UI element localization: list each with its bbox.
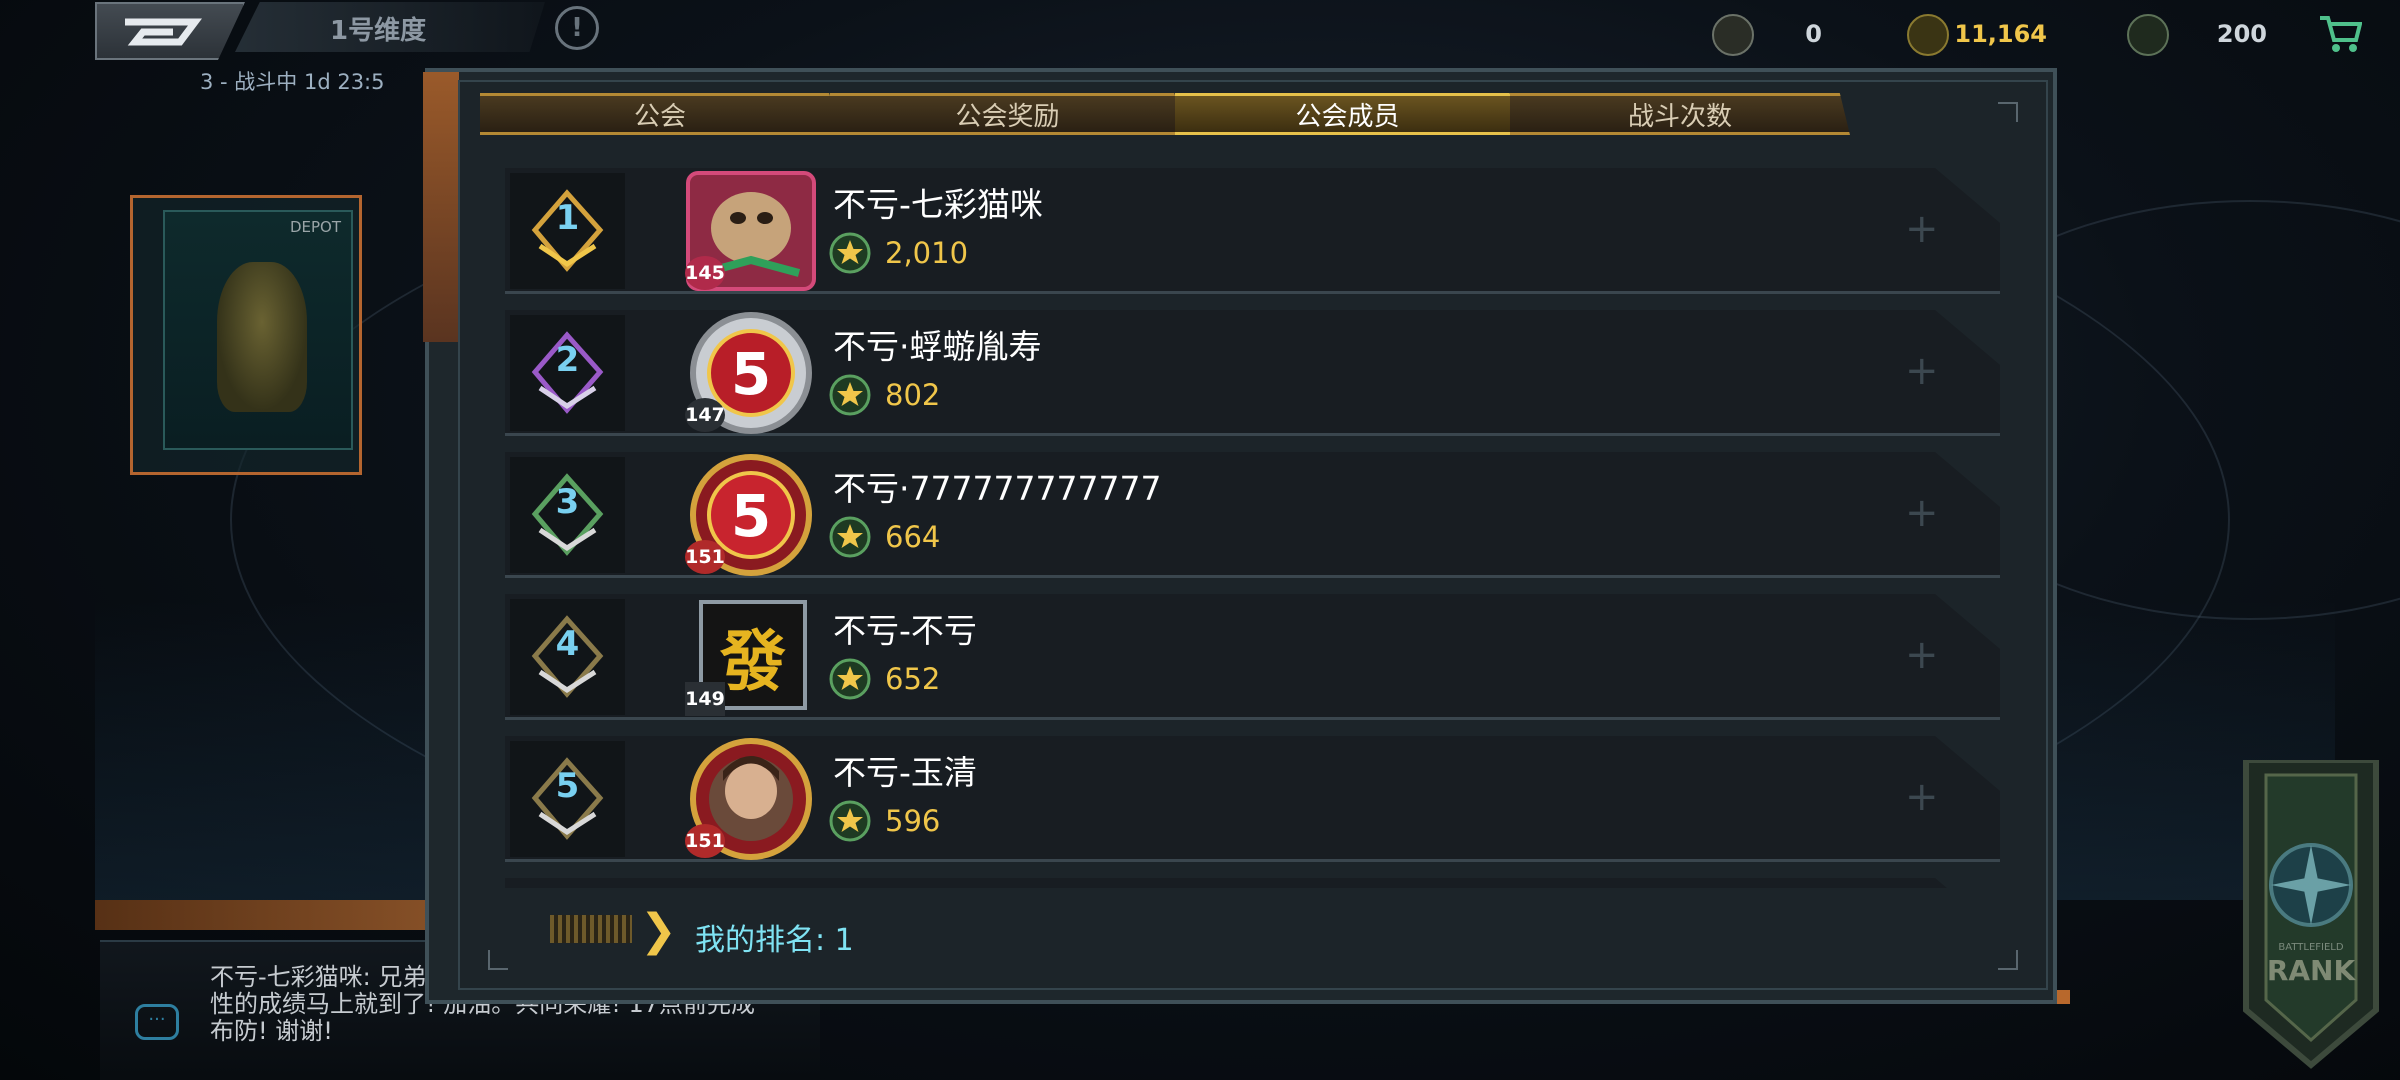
decor-bar — [95, 900, 425, 930]
level-badge: 151 — [685, 540, 725, 574]
guild-tabs: 公会 公会奖励 公会成员 战斗次数 — [480, 93, 1850, 135]
my-rank-bar: ❯ 我的排名: 1 — [550, 905, 950, 965]
top-bar: 1号维度 ! 3 - 战斗中 1d 23:5 0 11,164 200 — [0, 0, 2400, 94]
back-button[interactable] — [95, 2, 245, 60]
energy-icon — [2127, 14, 2169, 56]
plus-icon[interactable]: + — [1905, 206, 1939, 252]
dimension-title: 1号维度 — [330, 16, 427, 46]
member-list[interactable]: 1 145 不亏-七彩猫咪 2,010 + 2 5 147 不亏·蜉蝣胤寿 80… — [505, 168, 2000, 888]
list-item[interactable]: 4 發 149 不亏-不亏 652 + — [505, 594, 2000, 720]
depot-label: DEPOT — [289, 218, 341, 236]
rank-number: 4 — [555, 624, 580, 664]
level-badge: 145 — [685, 256, 725, 290]
star-coin-icon — [829, 374, 871, 416]
chevron-right-icon: ❯ — [640, 905, 677, 956]
svg-text:5: 5 — [731, 340, 771, 408]
member-score: 802 — [885, 378, 941, 412]
badge-icon — [1712, 14, 1754, 56]
star-coin-icon — [829, 232, 871, 274]
list-item[interactable]: 1 145 不亏-七彩猫咪 2,010 + — [505, 168, 2000, 294]
plus-icon[interactable]: + — [1905, 348, 1939, 394]
tab-guild-members[interactable]: 公会成员 — [1175, 93, 1520, 135]
tab-battle-count[interactable]: 战斗次数 — [1510, 93, 1850, 135]
tab-guild-rewards[interactable]: 公会奖励 — [830, 93, 1185, 135]
rank-number: 2 — [555, 340, 580, 380]
member-score: 664 — [885, 520, 941, 554]
member-name: 不亏-七彩猫咪 — [833, 185, 1043, 224]
depot-panel[interactable]: DEPOT — [130, 195, 362, 475]
level-badge: 149 — [685, 682, 725, 716]
rank-number: 1 — [555, 198, 580, 238]
row-background — [505, 878, 2000, 888]
modal-edge-accent — [423, 72, 459, 342]
level-badge: 151 — [685, 824, 725, 858]
dimension-title-bar: 1号维度 — [235, 2, 545, 52]
list-item[interactable]: 3 5 151 不亏·777777777777 664 + — [505, 452, 2000, 578]
corner-decor — [1998, 950, 2018, 970]
resource-energy[interactable]: 200 — [2127, 14, 2267, 56]
chat-bubble-icon[interactable]: ··· — [135, 1004, 179, 1040]
list-item-partial — [505, 878, 2000, 888]
plus-icon[interactable]: + — [1905, 632, 1939, 678]
corner-decor — [488, 950, 508, 970]
back-arrow-icon — [125, 18, 202, 46]
stripe-decor — [550, 915, 632, 943]
member-score: 652 — [885, 662, 941, 696]
badge-line1: BATTLEFIELD — [2278, 942, 2343, 953]
rank-number: 5 — [555, 766, 580, 806]
star-coin-icon — [1907, 14, 1949, 56]
battle-status: 3 - 战斗中 1d 23:5 — [200, 70, 385, 94]
corner-decor — [1998, 102, 2018, 122]
depot-inner: DEPOT — [163, 210, 353, 450]
svg-text:發: 發 — [719, 623, 786, 700]
member-score: 596 — [885, 804, 941, 838]
svg-text:5: 5 — [731, 482, 771, 550]
member-name: 不亏-玉清 — [833, 753, 977, 792]
game-screen: 1号维度 ! 3 - 战斗中 1d 23:5 0 11,164 200 DEPO… — [0, 0, 2400, 1080]
rank-number: 3 — [555, 482, 580, 522]
battlefield-rank-badge[interactable]: BATTLEFIELD RANK — [2236, 757, 2386, 1070]
star-coin-icon — [829, 658, 871, 700]
list-item[interactable]: 2 5 147 不亏·蜉蝣胤寿 802 + — [505, 310, 2000, 436]
member-name: 不亏·777777777777 — [833, 469, 1162, 508]
badge-line2: RANK — [2267, 954, 2357, 987]
plus-icon[interactable]: + — [1905, 774, 1939, 820]
resource-energy-value: 200 — [2216, 20, 2267, 48]
star-coin-icon — [829, 800, 871, 842]
resource-star-coin[interactable]: 11,164 — [1907, 14, 2047, 56]
tab-guild[interactable]: 公会 — [480, 93, 840, 135]
plus-icon[interactable]: + — [1905, 490, 1939, 536]
star-coin-icon — [829, 516, 871, 558]
member-score: 2,010 — [885, 236, 969, 270]
info-icon[interactable]: ! — [555, 6, 599, 50]
cart-icon[interactable] — [2318, 14, 2363, 63]
resource-badge-value: 0 — [1805, 20, 1822, 48]
member-name: 不亏·蜉蝣胤寿 — [833, 327, 1042, 366]
resource-star-coin-value: 11,164 — [1954, 20, 2047, 48]
my-rank-label: 我的排名: 1 — [695, 923, 854, 958]
ship-icon — [217, 262, 307, 412]
level-badge: 147 — [685, 398, 725, 432]
resource-badge[interactable]: 0 — [1712, 14, 1822, 56]
member-name: 不亏-不亏 — [833, 611, 977, 650]
list-item[interactable]: 5 151 不亏-玉清 596 + — [505, 736, 2000, 862]
